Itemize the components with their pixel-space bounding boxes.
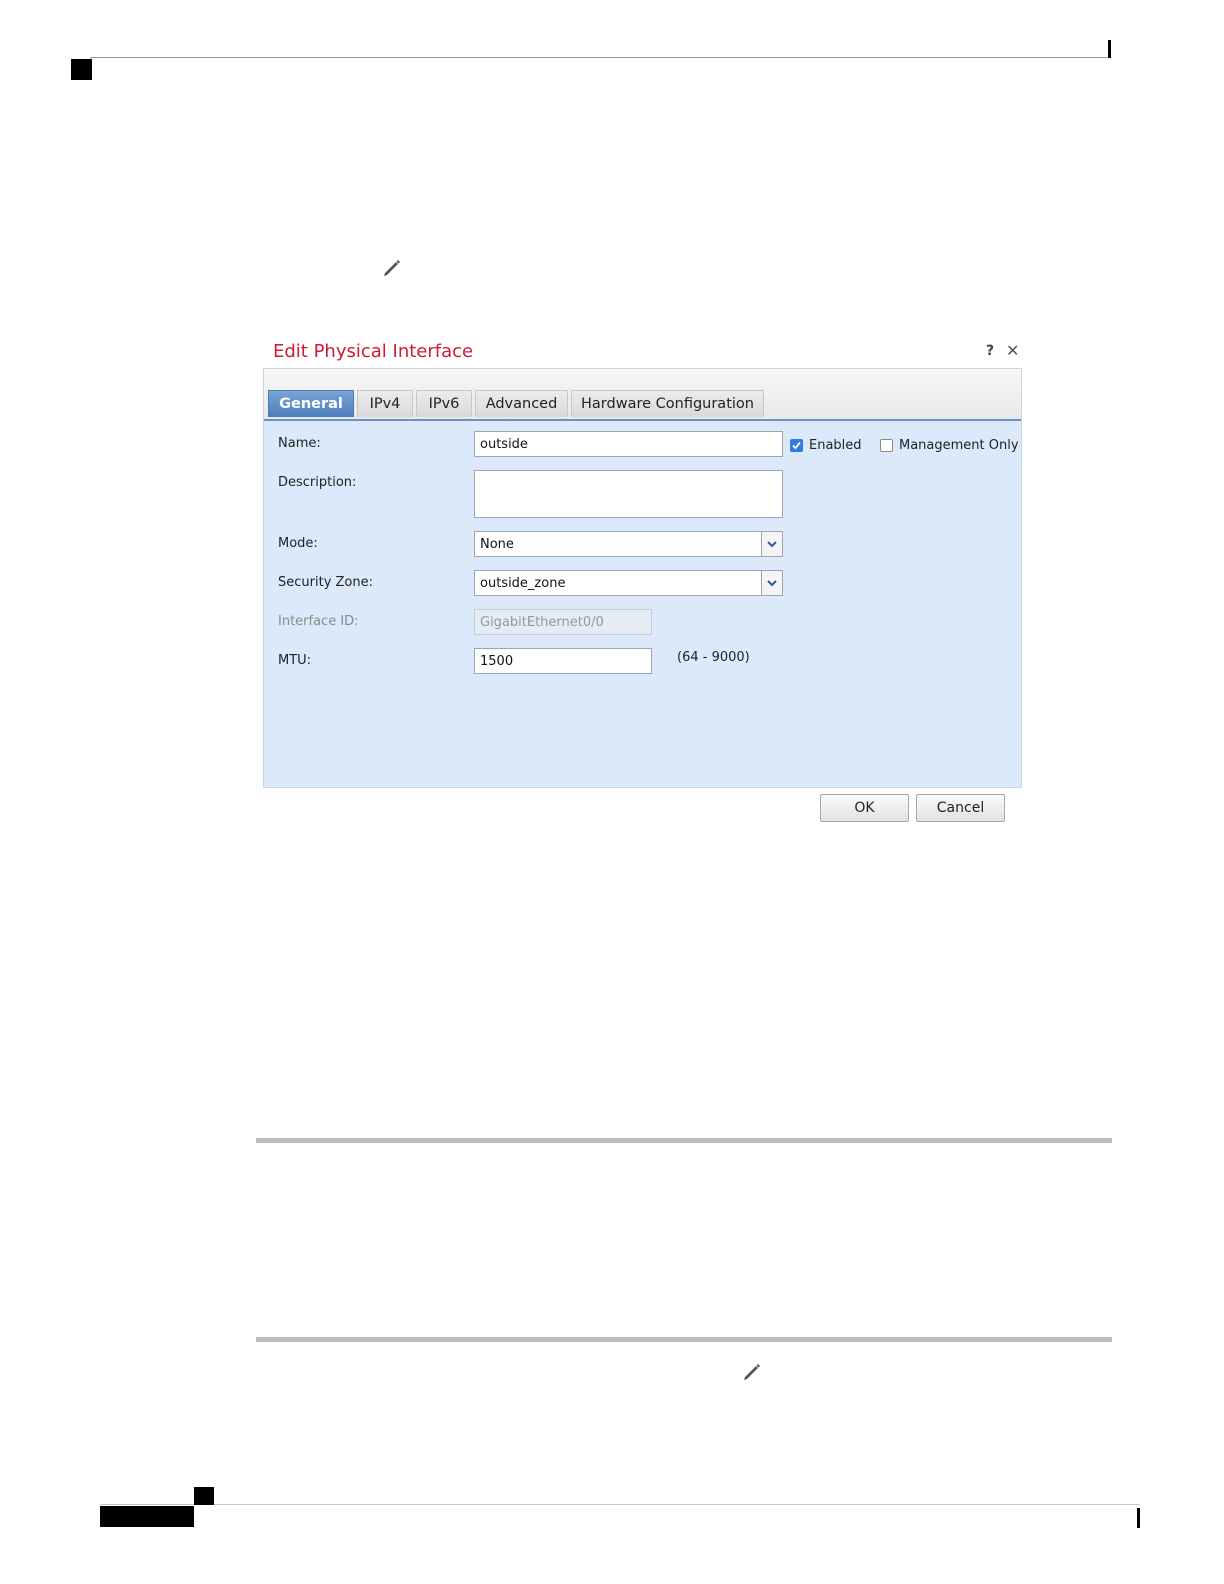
tab-advanced[interactable]: Advanced xyxy=(475,390,568,417)
footer-rule xyxy=(100,1504,1140,1505)
pencil-icon xyxy=(384,260,400,276)
footer-block xyxy=(100,1506,194,1527)
header-rule xyxy=(90,57,1110,58)
cancel-button[interactable]: Cancel xyxy=(916,794,1005,822)
dialog-panel: General IPv4 IPv6 Advanced Hardware Conf… xyxy=(263,368,1022,788)
chevron-down-icon[interactable] xyxy=(761,571,782,595)
interface-id-input xyxy=(474,609,652,635)
tab-ipv6[interactable]: IPv6 xyxy=(416,390,472,417)
mode-label: Mode: xyxy=(278,536,318,551)
close-icon[interactable]: ✕ xyxy=(1006,341,1019,360)
name-input[interactable] xyxy=(474,431,783,457)
description-label: Description: xyxy=(278,475,357,490)
section-divider xyxy=(256,1337,1112,1342)
pencil-icon xyxy=(744,1364,760,1380)
mtu-input[interactable] xyxy=(474,648,652,674)
tab-strip: General IPv4 IPv6 Advanced Hardware Conf… xyxy=(264,369,1021,421)
mtu-label: MTU: xyxy=(278,653,312,668)
security-zone-select[interactable]: outside_zone xyxy=(474,570,783,596)
management-only-checkbox[interactable] xyxy=(880,439,893,452)
dialog-title: Edit Physical Interface xyxy=(273,341,474,362)
mtu-range-hint: (64 - 9000) xyxy=(677,650,750,665)
header-corner-block xyxy=(71,59,92,80)
enabled-checkbox[interactable] xyxy=(790,439,803,452)
mode-value: None xyxy=(480,536,514,552)
security-zone-label: Security Zone: xyxy=(278,575,373,590)
interface-id-label: Interface ID: xyxy=(278,614,359,629)
footer-corner-block xyxy=(194,1487,214,1505)
tab-general[interactable]: General xyxy=(268,390,354,417)
mode-select[interactable]: None xyxy=(474,531,783,557)
tab-hardware-configuration[interactable]: Hardware Configuration xyxy=(571,390,764,417)
chevron-down-icon[interactable] xyxy=(761,532,782,556)
checkmark-icon xyxy=(792,441,801,450)
section-divider xyxy=(256,1138,1112,1143)
description-textarea[interactable] xyxy=(474,470,783,518)
enabled-label: Enabled xyxy=(809,438,862,453)
name-label: Name: xyxy=(278,436,321,451)
header-tick-mark xyxy=(1108,40,1111,58)
tab-ipv4[interactable]: IPv4 xyxy=(357,390,413,417)
ok-button[interactable]: OK xyxy=(820,794,909,822)
management-only-label: Management Only xyxy=(899,438,1019,453)
help-icon[interactable]: ? xyxy=(986,343,994,359)
edit-physical-interface-dialog: Edit Physical Interface ? ✕ General IPv4… xyxy=(258,333,1025,830)
footer-tick-mark xyxy=(1137,1508,1140,1528)
security-zone-value: outside_zone xyxy=(480,575,566,591)
